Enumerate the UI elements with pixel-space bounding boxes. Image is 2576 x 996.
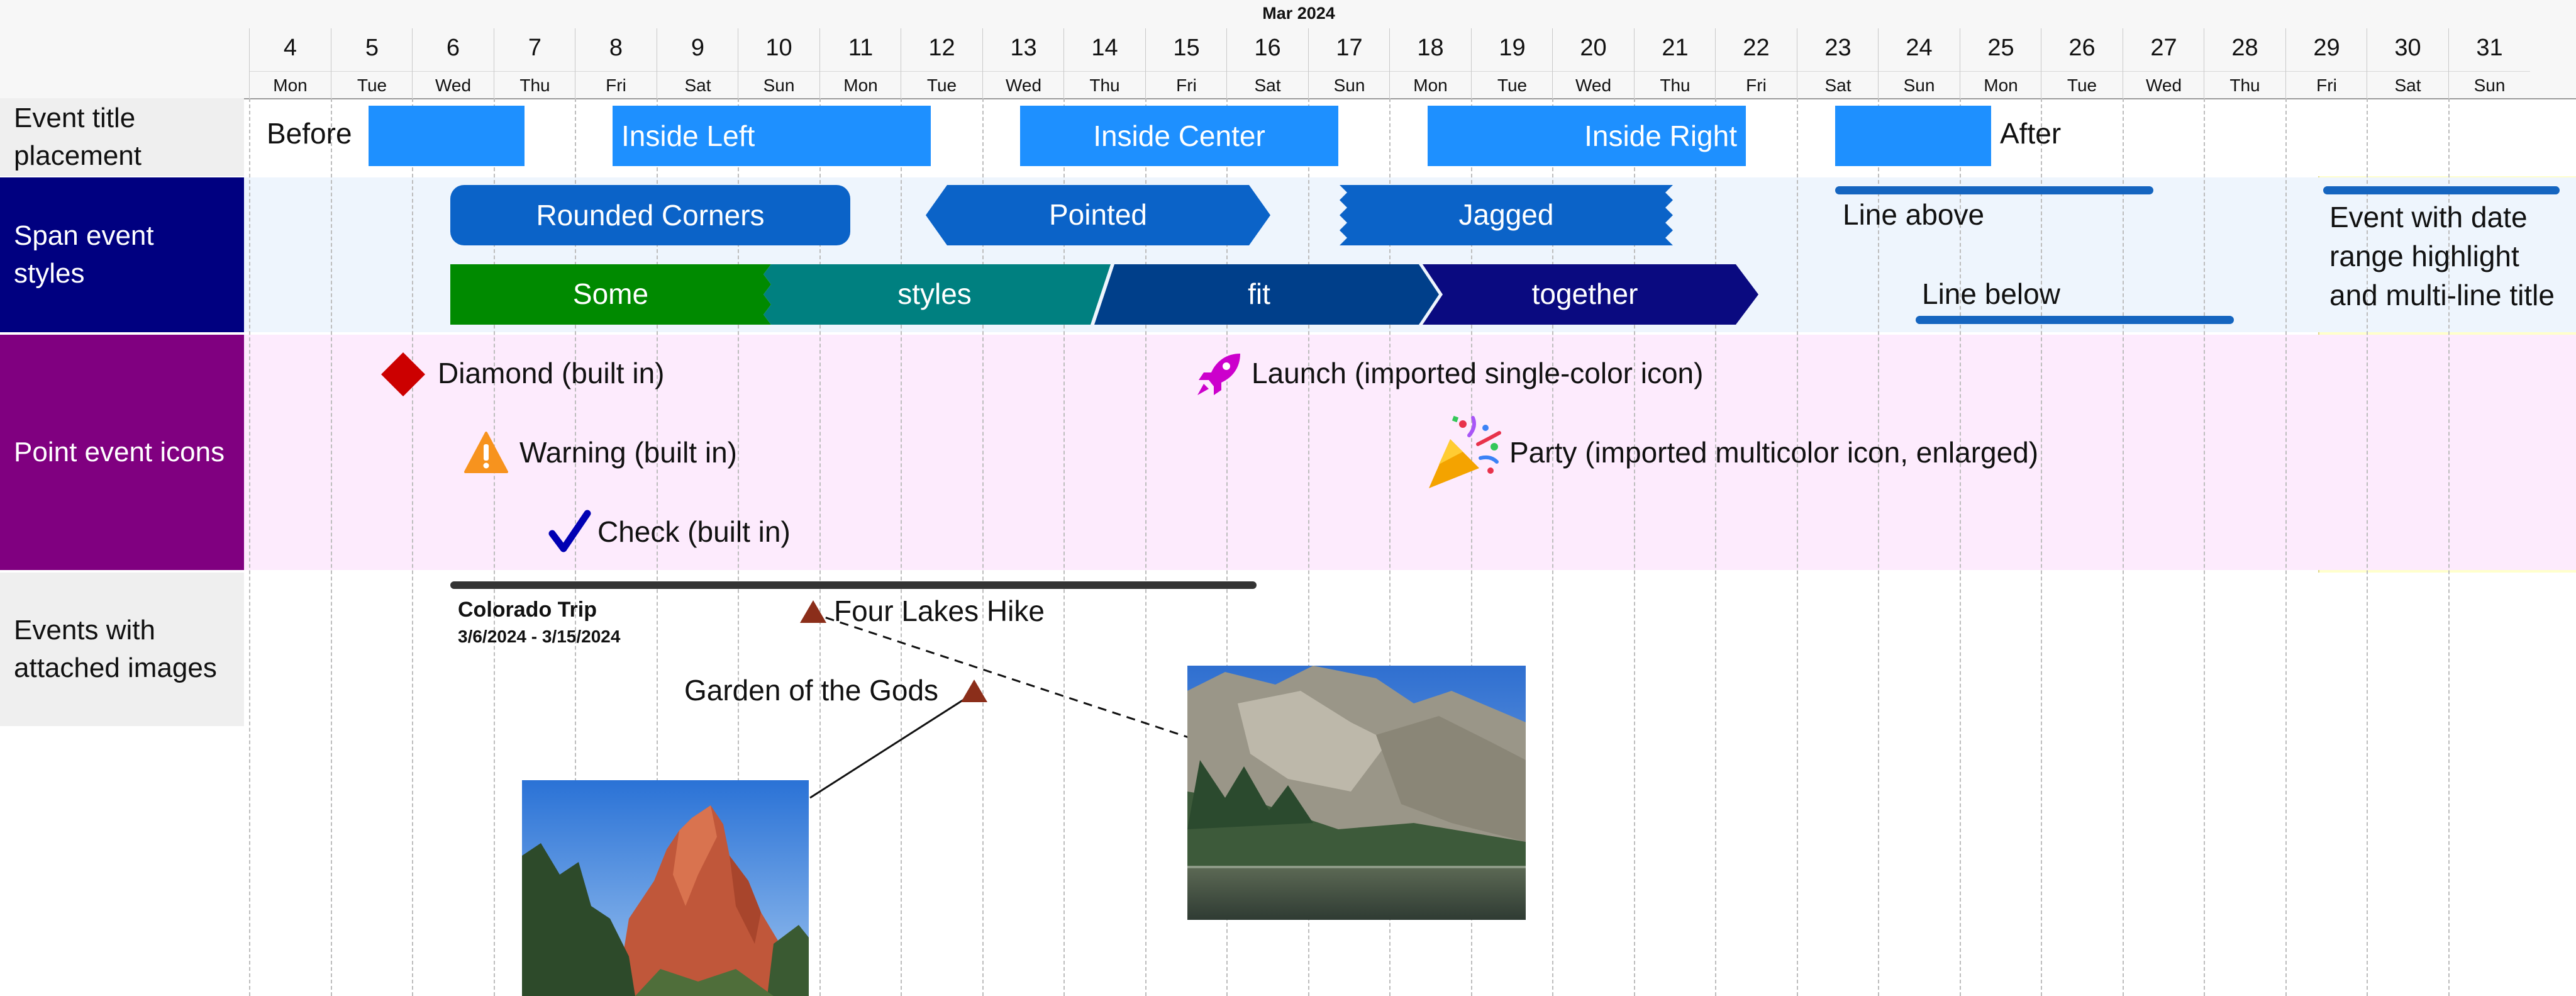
lake-photo[interactable] — [1187, 666, 1526, 920]
hike-marker-icon[interactable] — [799, 599, 828, 624]
garden-photo[interactable] — [522, 780, 809, 996]
hike-label[interactable]: Four Lakes Hike — [834, 594, 1045, 628]
timeline-view: Mar 2024 4 Mon 5 Tue 6 Wed 7 Thu 8 Fri 9 Sat 10 Sun 11… — [0, 0, 2576, 996]
garden-marker-icon[interactable] — [960, 678, 989, 703]
garden-label[interactable]: Garden of the Gods — [684, 673, 938, 707]
